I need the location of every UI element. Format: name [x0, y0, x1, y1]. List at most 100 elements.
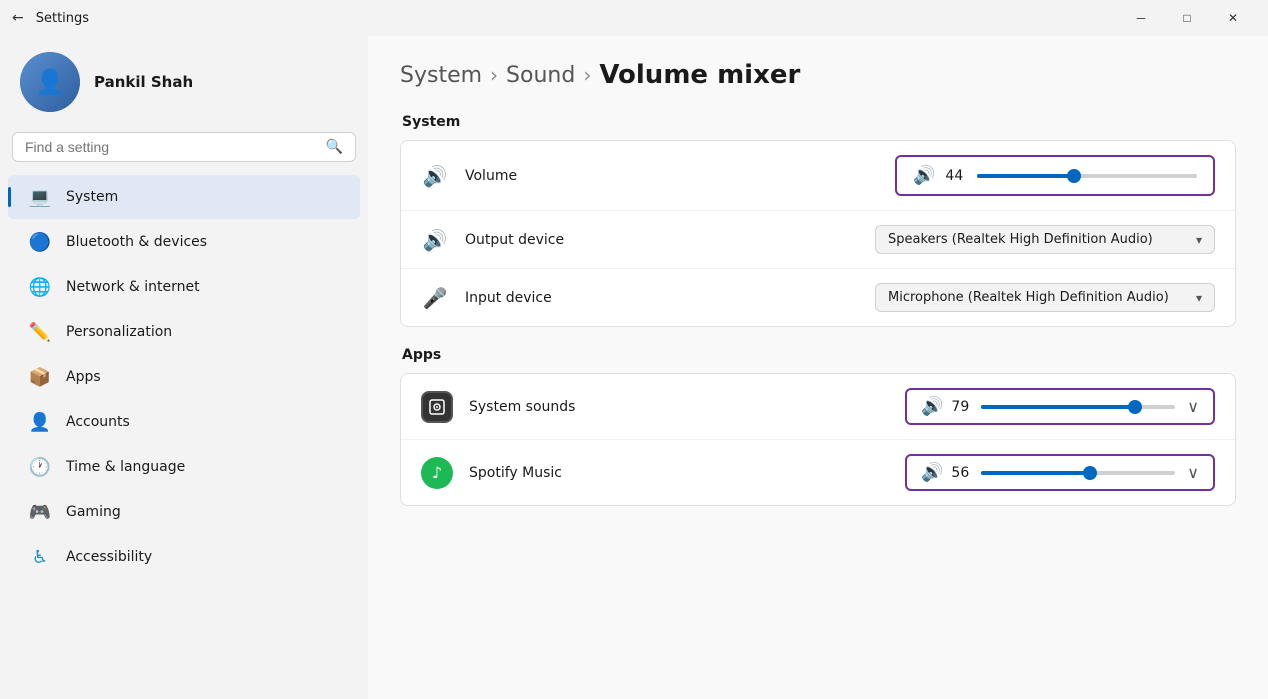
system-sounds-slider-track[interactable] — [981, 405, 1175, 409]
input-device-chevron-icon: ▾ — [1196, 291, 1202, 305]
output-device-icon: 🔊 — [421, 228, 449, 252]
spotify-control: 🔊 56 ∨ — [905, 454, 1215, 491]
sidebar-item-label-accessibility: Accessibility — [66, 549, 152, 565]
user-name: Pankil Shah — [94, 73, 193, 91]
user-profile: 👤 Pankil Shah — [0, 36, 368, 132]
gaming-icon: 🎮 — [28, 500, 52, 524]
network-icon: 🌐 — [28, 275, 52, 299]
system-sounds-app-icon — [421, 391, 453, 423]
sidebar-item-time[interactable]: 🕐 Time & language — [8, 445, 360, 489]
output-device-value: Speakers (Realtek High Definition Audio) — [888, 232, 1188, 247]
title-bar-controls: ─ □ ✕ — [1118, 0, 1256, 36]
volume-label: Volume — [465, 168, 879, 184]
sidebar-item-label-system: System — [66, 189, 118, 205]
system-icon: 💻 — [28, 185, 52, 209]
app-body: 👤 Pankil Shah 🔍 💻 System 🔵 Bluetooth & d… — [0, 36, 1268, 699]
system-sounds-expand-icon[interactable]: ∨ — [1187, 397, 1199, 416]
output-device-dropdown[interactable]: Speakers (Realtek High Definition Audio)… — [875, 225, 1215, 254]
system-sounds-value: 79 — [951, 399, 973, 415]
breadcrumb: System › Sound › Volume mixer — [400, 60, 1236, 90]
accounts-icon: 👤 — [28, 410, 52, 434]
bluetooth-icon: 🔵 — [28, 230, 52, 254]
input-device-label: Input device — [465, 290, 859, 306]
apps-section: Apps System sounds 🔊 — [400, 347, 1236, 506]
sidebar-item-personalization[interactable]: ✏️ Personalization — [8, 310, 360, 354]
input-device-value: Microphone (Realtek High Definition Audi… — [888, 290, 1188, 305]
volume-slider-track[interactable] — [977, 174, 1197, 178]
minimize-button[interactable]: ─ — [1118, 0, 1164, 36]
sidebar-item-network[interactable]: 🌐 Network & internet — [8, 265, 360, 309]
breadcrumb-sound[interactable]: Sound — [506, 63, 575, 88]
volume-speaker-icon: 🔊 — [913, 165, 935, 186]
system-card: 🔊 Volume 🔊 44 — [400, 140, 1236, 327]
system-section: System 🔊 Volume 🔊 44 — [400, 114, 1236, 327]
spotify-slider-thumb[interactable] — [1083, 466, 1097, 480]
volume-row-icon: 🔊 — [421, 164, 449, 188]
main-content: System › Sound › Volume mixer System 🔊 V… — [368, 36, 1268, 699]
spotify-row: ♪ Spotify Music 🔊 56 ∨ — [401, 440, 1235, 505]
output-device-control: Speakers (Realtek High Definition Audio)… — [875, 225, 1215, 254]
sidebar-item-accessibility[interactable]: ♿ Accessibility — [8, 535, 360, 579]
input-device-control: Microphone (Realtek High Definition Audi… — [875, 283, 1215, 312]
system-section-label: System — [400, 114, 1236, 130]
close-button[interactable]: ✕ — [1210, 0, 1256, 36]
search-icon: 🔍 — [326, 139, 343, 155]
sidebar-item-system[interactable]: 💻 System — [8, 175, 360, 219]
accessibility-icon: ♿ — [28, 545, 52, 569]
output-device-row: 🔊 Output device Speakers (Realtek High D… — [401, 211, 1235, 269]
spotify-value: 56 — [951, 465, 973, 481]
spotify-label: Spotify Music — [469, 465, 889, 481]
sidebar-item-label-gaming: Gaming — [66, 504, 121, 520]
spotify-slider-fill — [981, 471, 1090, 475]
output-device-chevron-icon: ▾ — [1196, 233, 1202, 247]
sidebar-nav: 💻 System 🔵 Bluetooth & devices 🌐 Network… — [0, 174, 368, 580]
input-device-icon: 🎤 — [421, 286, 449, 310]
sidebar-item-label-personalization: Personalization — [66, 324, 172, 340]
breadcrumb-sep-1: › — [490, 63, 498, 87]
title-bar: ← Settings ─ □ ✕ — [0, 0, 1268, 36]
breadcrumb-sep-2: › — [583, 63, 591, 87]
volume-value: 44 — [945, 168, 967, 184]
avatar-image: 👤 — [20, 52, 80, 112]
sidebar-item-label-accounts: Accounts — [66, 414, 130, 430]
title-bar-title: Settings — [36, 11, 89, 26]
system-sounds-vol-icon: 🔊 — [921, 396, 943, 417]
volume-row: 🔊 Volume 🔊 44 — [401, 141, 1235, 211]
breadcrumb-system[interactable]: System — [400, 63, 482, 88]
apps-section-label: Apps — [400, 347, 1236, 363]
system-sounds-slider-box: 🔊 79 ∨ — [905, 388, 1215, 425]
sidebar-item-bluetooth[interactable]: 🔵 Bluetooth & devices — [8, 220, 360, 264]
maximize-button[interactable]: □ — [1164, 0, 1210, 36]
sidebar-item-gaming[interactable]: 🎮 Gaming — [8, 490, 360, 534]
volume-control: 🔊 44 — [895, 155, 1215, 196]
time-icon: 🕐 — [28, 455, 52, 479]
system-sounds-slider-thumb[interactable] — [1128, 400, 1142, 414]
sidebar-item-apps[interactable]: 📦 Apps — [8, 355, 360, 399]
back-icon[interactable]: ← — [12, 10, 24, 26]
apps-card: System sounds 🔊 79 ∨ — [400, 373, 1236, 506]
volume-slider-thumb[interactable] — [1067, 169, 1081, 183]
spotify-vol-icon: 🔊 — [921, 462, 943, 483]
apps-icon: 📦 — [28, 365, 52, 389]
sidebar-item-label-bluetooth: Bluetooth & devices — [66, 234, 207, 250]
sidebar-item-accounts[interactable]: 👤 Accounts — [8, 400, 360, 444]
volume-slider-fill — [977, 174, 1074, 178]
system-sounds-row: System sounds 🔊 79 ∨ — [401, 374, 1235, 440]
spotify-expand-icon[interactable]: ∨ — [1187, 463, 1199, 482]
personalization-icon: ✏️ — [28, 320, 52, 344]
spotify-slider-track[interactable] — [981, 471, 1175, 475]
input-device-dropdown[interactable]: Microphone (Realtek High Definition Audi… — [875, 283, 1215, 312]
system-sounds-control: 🔊 79 ∨ — [905, 388, 1215, 425]
volume-slider-box: 🔊 44 — [895, 155, 1215, 196]
sidebar: 👤 Pankil Shah 🔍 💻 System 🔵 Bluetooth & d… — [0, 36, 368, 699]
sidebar-item-label-time: Time & language — [66, 459, 185, 475]
page-title: Volume mixer — [599, 60, 800, 90]
search-input[interactable] — [25, 139, 318, 155]
spotify-slider-box: 🔊 56 ∨ — [905, 454, 1215, 491]
system-sounds-label: System sounds — [469, 399, 889, 415]
avatar: 👤 — [20, 52, 80, 112]
title-bar-left: ← Settings — [12, 10, 89, 26]
system-sounds-slider-fill — [981, 405, 1134, 409]
sidebar-item-label-apps: Apps — [66, 369, 101, 385]
search-box[interactable]: 🔍 — [12, 132, 356, 162]
